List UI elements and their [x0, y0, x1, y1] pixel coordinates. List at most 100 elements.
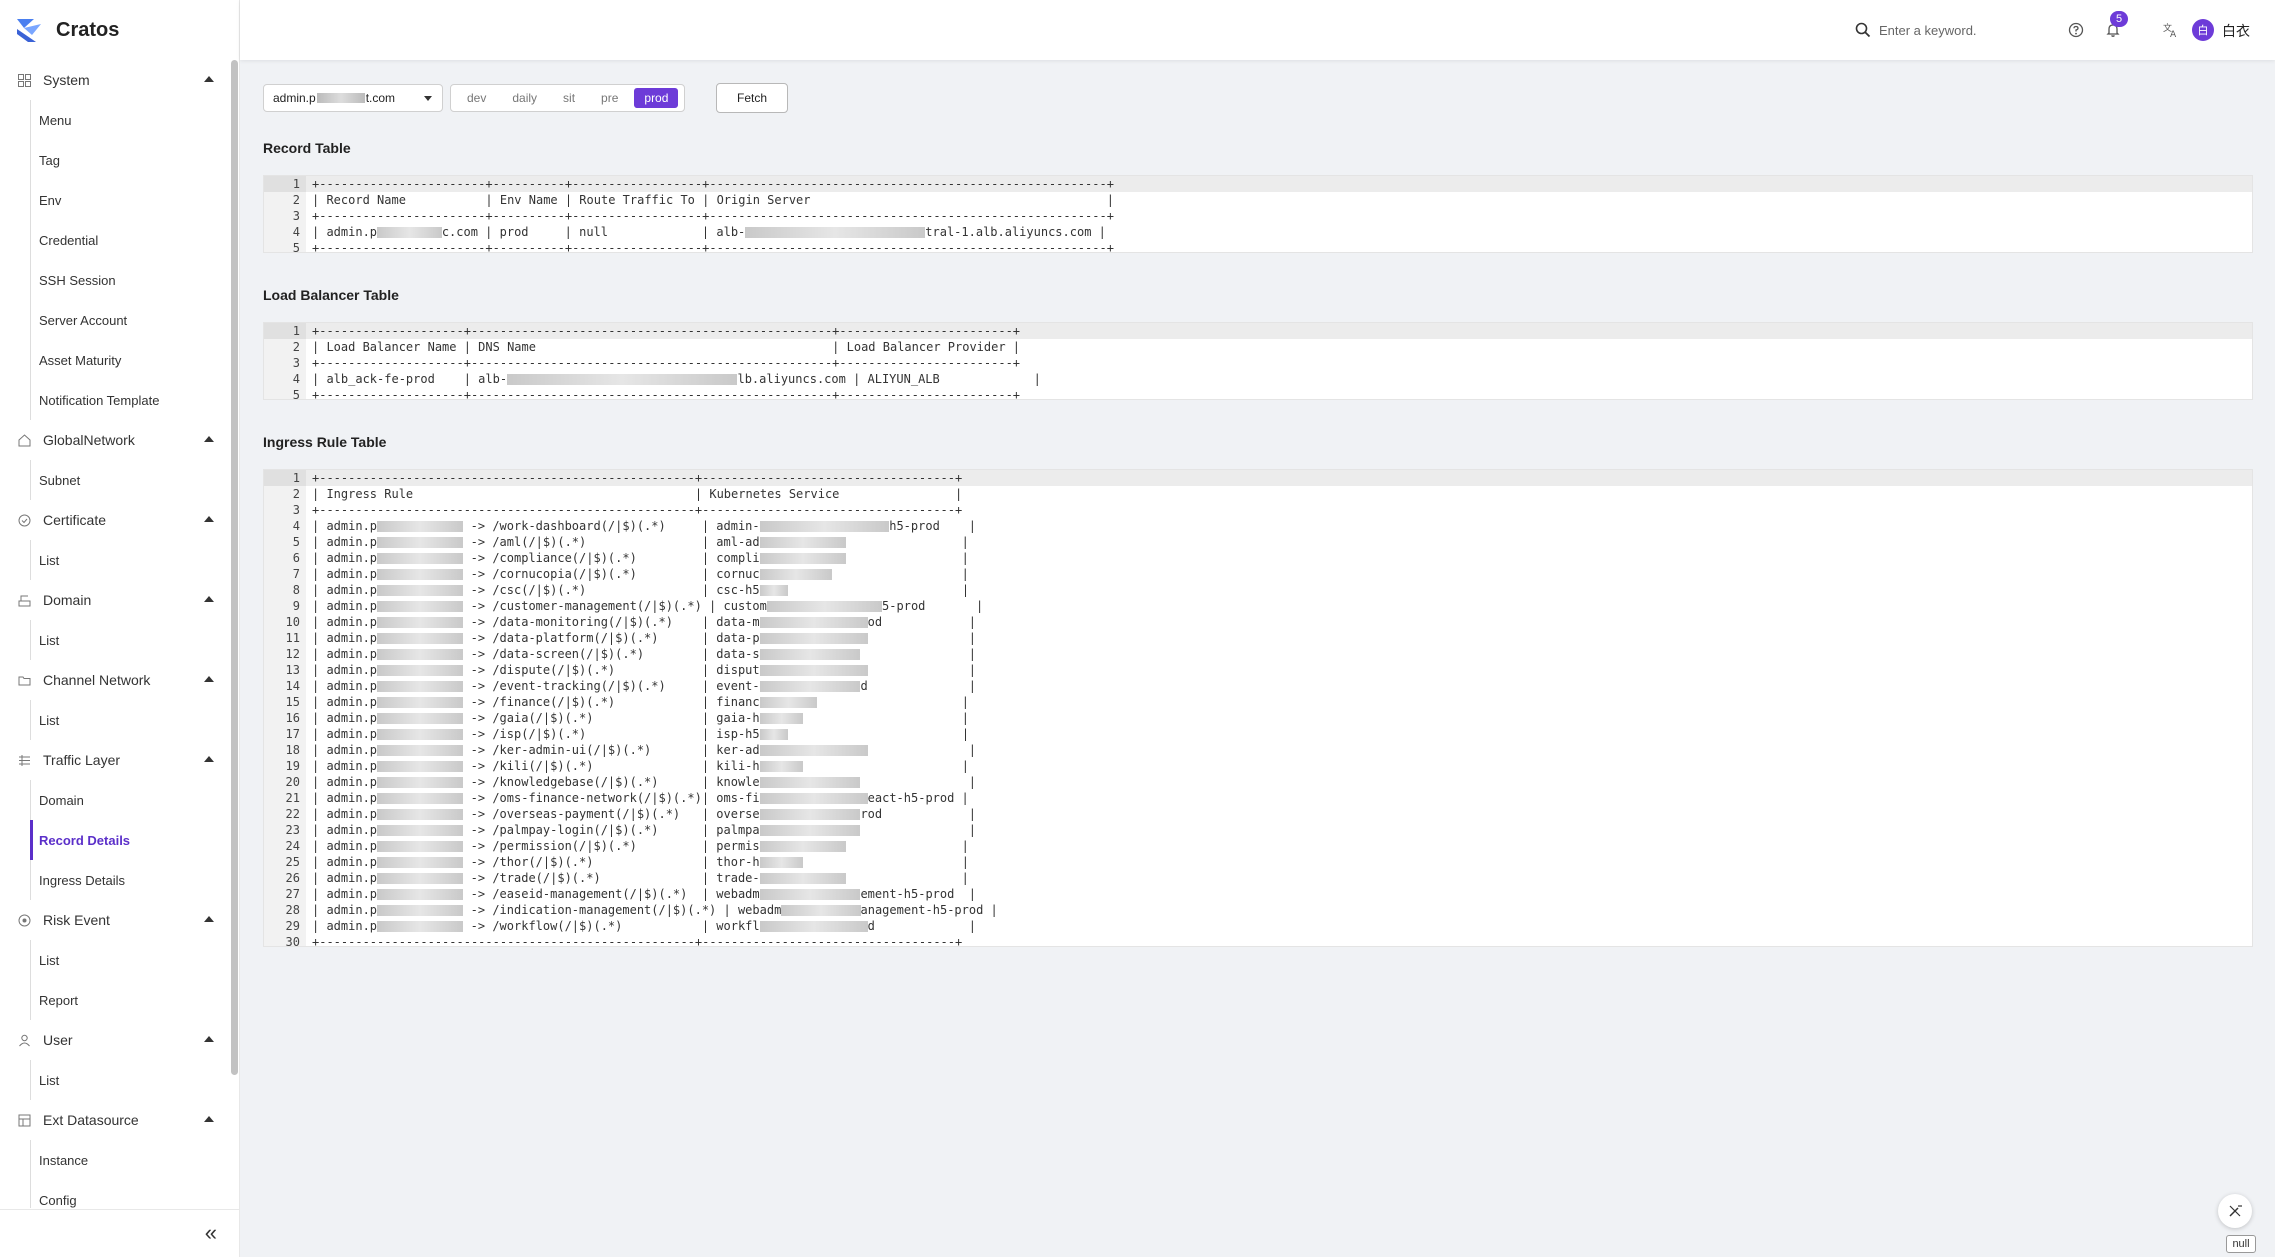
sidebar-scrollbar[interactable] [231, 60, 238, 1075]
sidebar-item-risk-event-report[interactable]: Report [30, 980, 232, 1020]
redacted-mask [759, 857, 803, 868]
sidebar-group-traffic-layer[interactable]: Traffic Layer [0, 740, 232, 780]
sidebar-item-risk-event-list[interactable]: List [30, 940, 232, 980]
notification-badge: 5 [2110, 11, 2128, 27]
code-text: +-----------------------+----------+----… [312, 209, 1114, 223]
redacted-mask [377, 227, 442, 238]
sidebar-item-system-ssh-session[interactable]: SSH Session [30, 260, 232, 300]
line-number: 10 [264, 614, 306, 630]
code-text: | admin.p -> /trade(/|$)(.*) | trade- | [312, 871, 969, 885]
sidebar-item-system-env[interactable]: Env [30, 180, 232, 220]
collapse-sidebar-icon[interactable]: « [205, 1222, 217, 1244]
sidebar-item-system-asset-maturity[interactable]: Asset Maturity [30, 340, 232, 380]
sidebar-group-ext-datasource[interactable]: Ext Datasource [0, 1100, 232, 1140]
sidebar-item-domain-list[interactable]: List [30, 620, 232, 660]
redacted-mask [759, 793, 868, 804]
sidebar-group-channel-network[interactable]: Channel Network [0, 660, 232, 700]
code-line: 26 | admin.p -> /trade(/|$)(.*) | trade- … [264, 870, 2252, 886]
code-line: 3 +--------------------+-----------------… [264, 355, 2252, 371]
help-icon[interactable] [2065, 19, 2087, 41]
sidebar-item-traffic-layer-ingress-details[interactable]: Ingress Details [30, 860, 232, 900]
code-line: 29 | admin.p -> /workflow(/|$)(.*) | work… [264, 918, 2252, 934]
code-line: 27 | admin.p -> /easeid-management(/|$)(.… [264, 886, 2252, 902]
code-line: 28 | admin.p -> /indication-management(/|… [264, 902, 2252, 918]
ingress-rule-table-code[interactable]: 1 +--------------------------------------… [263, 469, 2253, 947]
sidebar-item-system-menu[interactable]: Menu [30, 100, 232, 140]
redacted-mask [759, 553, 847, 564]
env-prod-button[interactable]: prod [634, 88, 679, 108]
load-balancer-table-title: Load Balancer Table [263, 287, 399, 303]
code-line: 1 +--------------------+-----------------… [264, 323, 2252, 339]
env-dev-button[interactable]: dev [457, 88, 496, 108]
line-number: 1 [264, 323, 306, 339]
sidebar-item-ext-datasource-instance[interactable]: Instance [30, 1140, 232, 1180]
code-text: | Ingress Rule | Kubernetes Service | [312, 487, 963, 501]
chevron-up-icon[interactable] [204, 436, 214, 442]
line-number: 4 [264, 224, 306, 240]
translate-icon[interactable]: 文 A [2160, 19, 2182, 41]
redacted-mask [377, 857, 464, 868]
code-text: +--------------------+------------------… [312, 356, 1021, 370]
line-number: 21 [264, 790, 306, 806]
domain-icon [17, 593, 31, 607]
redacted-mask [377, 809, 464, 820]
line-number: 1 [264, 470, 306, 486]
user-icon [17, 1033, 31, 1047]
sidebar-group-globalnetwork[interactable]: GlobalNetwork [0, 420, 232, 460]
sidebar-group-risk-event[interactable]: Risk Event [0, 900, 232, 940]
sidebar-item-system-server-account[interactable]: Server Account [30, 300, 232, 340]
fetch-button[interactable]: Fetch [716, 83, 788, 113]
chevron-up-icon[interactable] [204, 516, 214, 522]
sidebar-item-traffic-layer-record-details[interactable]: Record Details [30, 820, 232, 860]
code-line: 20 | admin.p -> /knowledgebase(/|$)(.*) |… [264, 774, 2252, 790]
env-pre-button[interactable]: pre [591, 88, 628, 108]
sidebar-item-traffic-layer-domain[interactable]: Domain [30, 780, 232, 820]
sidebar-group-certificate[interactable]: Certificate [0, 500, 232, 540]
shield-icon [17, 513, 31, 527]
domain-select[interactable]: admin.p t.com [263, 84, 443, 112]
search-box[interactable] [1855, 18, 2059, 42]
code-text: | admin.p -> /aml(/|$)(.*) | aml-ad | [312, 535, 969, 549]
brand[interactable]: Cratos [14, 14, 119, 46]
sidebar-group-label: Traffic Layer [43, 752, 121, 768]
chevron-up-icon[interactable] [204, 76, 214, 82]
chevron-up-icon[interactable] [204, 1116, 214, 1122]
sidebar-group-system[interactable]: System [0, 60, 232, 100]
code-text: | admin.p -> /ker-admin-ui(/|$)(.*) | ke… [312, 743, 977, 757]
sidebar-item-globalnetwork-subnet[interactable]: Subnet [30, 460, 232, 500]
sidebar-item-user-list[interactable]: List [30, 1060, 232, 1100]
env-sit-button[interactable]: sit [553, 88, 585, 108]
chevron-up-icon[interactable] [204, 1036, 214, 1042]
top-header: 5 文 A 白 白衣 [240, 0, 2275, 60]
sidebar-item-system-tag[interactable]: Tag [30, 140, 232, 180]
code-line: 5 +--------------------+-----------------… [264, 387, 2252, 399]
code-line: 9 | admin.p -> /customer-management(/|$)(… [264, 598, 2252, 614]
chevron-up-icon[interactable] [204, 676, 214, 682]
chevron-up-icon[interactable] [204, 596, 214, 602]
magic-wand-icon[interactable] [2218, 1194, 2252, 1228]
code-text: | admin.p -> /csc(/|$)(.*) | csc-h5 | [312, 583, 970, 597]
username[interactable]: 白衣 [2222, 21, 2250, 41]
code-text: | admin.p -> /knowledgebase(/|$)(.*) | k… [312, 775, 977, 789]
record-table-code[interactable]: 1 +-----------------------+----------+---… [263, 175, 2253, 253]
sidebar-item-certificate-list[interactable]: List [30, 540, 232, 580]
redacted-mask [377, 841, 464, 852]
chevron-up-icon[interactable] [204, 756, 214, 762]
sidebar-item-channel-network-list[interactable]: List [30, 700, 232, 740]
redacted-mask [759, 729, 789, 740]
load-balancer-table-code[interactable]: 1 +--------------------+-----------------… [263, 322, 2253, 400]
env-daily-button[interactable]: daily [502, 88, 547, 108]
sidebar-item-ext-datasource-config[interactable]: Config [30, 1180, 232, 1208]
sidebar-group-user[interactable]: User [0, 1020, 232, 1060]
avatar[interactable]: 白 [2192, 19, 2214, 41]
redacted-mask [507, 374, 738, 385]
sidebar-group-domain[interactable]: Domain [0, 580, 232, 620]
chevron-up-icon[interactable] [204, 916, 214, 922]
sidebar-item-system-credential[interactable]: Credential [30, 220, 232, 260]
search-input[interactable] [1879, 22, 2059, 38]
redacted-mask [377, 921, 464, 932]
sidebar-item-system-notification-template[interactable]: Notification Template [30, 380, 232, 420]
redacted-mask [377, 537, 464, 548]
folder-icon [17, 673, 31, 687]
redacted-mask [759, 633, 868, 644]
